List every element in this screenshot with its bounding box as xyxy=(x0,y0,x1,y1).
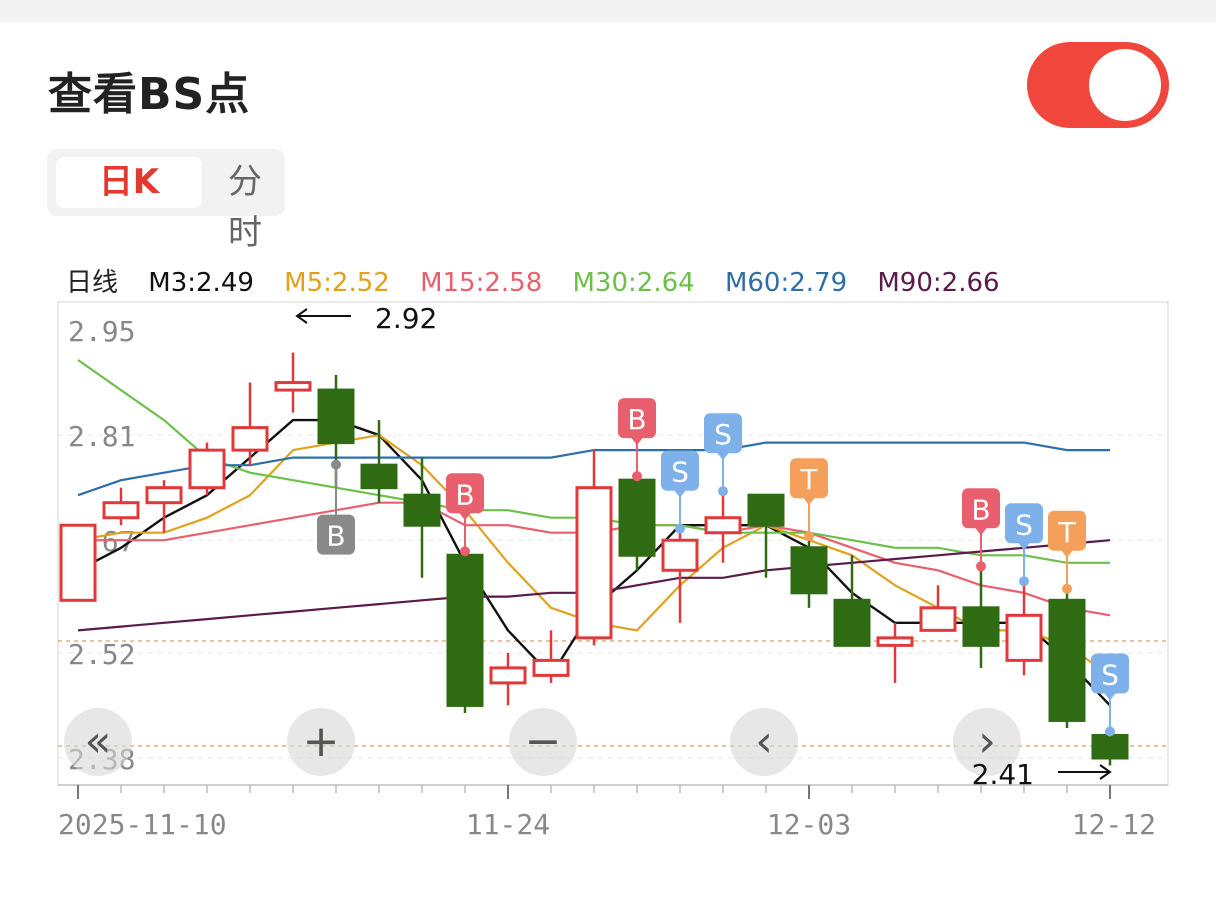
signal-dot xyxy=(804,531,814,542)
candle-down xyxy=(833,598,871,647)
signal-dot xyxy=(460,546,470,557)
candle-down xyxy=(317,388,355,445)
signal-dot xyxy=(675,523,685,534)
signal-label-b: B xyxy=(326,520,345,553)
x-tick-label: 2025-11-10 xyxy=(58,808,227,841)
signal-label-b: B xyxy=(971,493,990,526)
signal-label-s: S xyxy=(1015,508,1033,541)
zoom-out-button[interactable]: − xyxy=(509,708,577,776)
signal-dot xyxy=(1019,576,1029,587)
candle-up xyxy=(1005,613,1043,662)
signal-dot xyxy=(632,471,642,482)
candle-down xyxy=(618,478,656,557)
candle-up xyxy=(231,426,269,452)
candle-up xyxy=(274,381,312,392)
low-price-label: 2.41 xyxy=(972,758,1034,791)
signal-dot xyxy=(1062,583,1072,594)
signal-label-s: S xyxy=(714,418,732,451)
chevron-left-icon: ‹ xyxy=(755,716,773,767)
x-tick-label: 12-12 xyxy=(1072,808,1156,841)
candle-down xyxy=(446,553,484,707)
candle-up xyxy=(919,606,957,632)
scroll-left-button[interactable]: ‹ xyxy=(730,708,798,776)
x-tick-label: 11-24 xyxy=(466,808,550,841)
signal-dot xyxy=(1105,726,1115,737)
plus-icon: + xyxy=(303,716,340,767)
candle-down xyxy=(403,493,441,527)
candle-up xyxy=(102,501,140,520)
candle-up xyxy=(532,658,570,677)
candle-down xyxy=(1048,598,1086,722)
signal-dot xyxy=(331,459,341,470)
candle-up xyxy=(489,666,527,685)
candle-down xyxy=(747,493,785,527)
x-tick-label: 12-03 xyxy=(767,808,851,841)
minus-icon: − xyxy=(525,716,562,767)
candle-down xyxy=(1091,733,1129,760)
signal-label-t: T xyxy=(1057,516,1076,549)
signal-dot xyxy=(718,486,728,497)
high-price-label: 2.92 xyxy=(375,302,437,335)
candle-up xyxy=(145,486,183,505)
scroll-start-button[interactable]: « xyxy=(64,708,132,776)
candle-up xyxy=(59,523,97,602)
signal-label-b: B xyxy=(627,403,646,436)
kline-chart[interactable]: 2.952.812.672.522.38BBBSSTBSTS2.922025-1… xyxy=(0,0,1216,905)
y-tick-label: 2.95 xyxy=(68,315,135,348)
candle-down xyxy=(360,463,398,490)
signal-label-b: B xyxy=(455,478,474,511)
candle-down xyxy=(790,546,828,595)
candle-down xyxy=(962,606,1000,647)
zoom-in-button[interactable]: + xyxy=(287,708,355,776)
candle-up xyxy=(704,516,742,535)
signal-dot xyxy=(976,561,986,572)
double-chevron-left-icon: « xyxy=(85,716,112,767)
signal-label-t: T xyxy=(799,463,818,496)
candle-up xyxy=(575,486,613,640)
candle-up xyxy=(188,448,226,490)
signal-label-s: S xyxy=(1101,658,1119,691)
signal-label-s: S xyxy=(671,456,689,489)
candle-up xyxy=(876,636,914,647)
candle-up xyxy=(661,538,699,572)
y-tick-label: 2.81 xyxy=(68,420,135,453)
y-tick-label: 2.52 xyxy=(68,638,135,671)
